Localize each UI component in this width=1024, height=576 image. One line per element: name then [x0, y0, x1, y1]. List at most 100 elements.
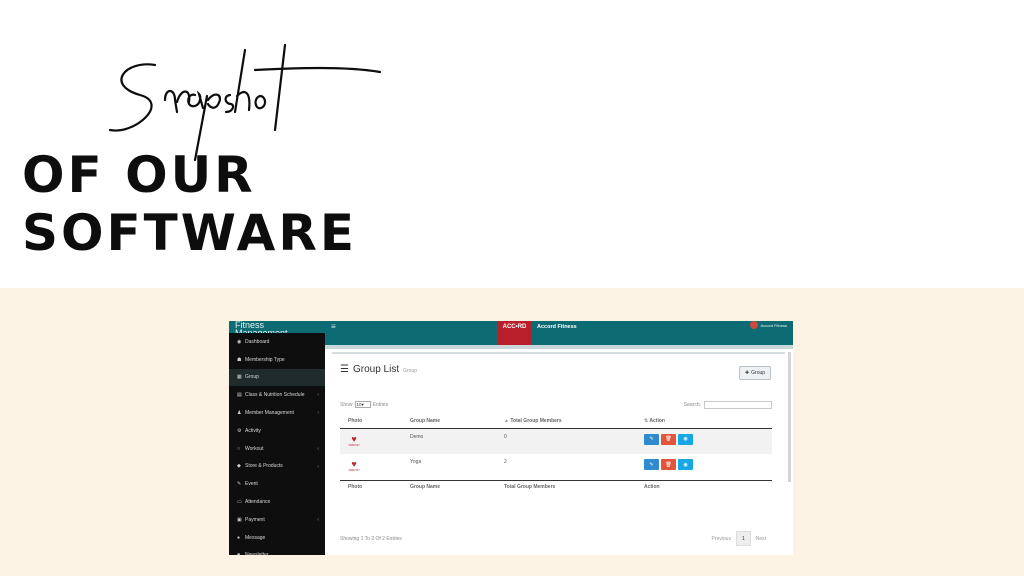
col-total-members-label: Total Group Members [510, 418, 562, 425]
sidebar-item-member-management[interactable]: ♟ Member Management ‹ [229, 404, 325, 422]
sidebar-item-label: Class & Nutrition Schedule [245, 392, 305, 399]
chevron-left-icon: ‹ [317, 463, 319, 470]
previous-button[interactable]: Previous [706, 531, 735, 546]
group-icon: ▦ [237, 374, 242, 381]
sidebar: Fitness Management ◉ Dashboard ☗ Membership… [229, 321, 325, 555]
members-cell: 0 [504, 433, 507, 440]
slide-top-section: OF OUR SOFTWARE [0, 0, 1024, 288]
group-list-panel: ☰ Group List Group ✚ Group Show 10 ▾ Entr… [332, 352, 785, 555]
sidebar-item-label: Newsletter [245, 552, 269, 555]
scrollbar[interactable] [788, 352, 791, 482]
delete-button[interactable]: 🗑︎ [661, 433, 676, 445]
brand-label: Fitness Management [229, 321, 325, 333]
edit-button[interactable]: ✎ [644, 459, 659, 470]
table-info: Showing 1 To 2 Of 2 Entries [340, 536, 402, 542]
group-photo: ♥ TRIBUNIT [348, 459, 360, 472]
view-button[interactable]: ◉ [678, 459, 693, 470]
search-label: Search: [683, 402, 701, 408]
members-cell: 2 [504, 459, 507, 465]
newsletter-icon: ■ [237, 552, 245, 555]
foot-photo: Photo [340, 479, 402, 493]
attendance-icon: ▭ [237, 499, 242, 506]
photo-caption: TRIBUNIT [348, 469, 360, 472]
foot-total-members: Total Group Members [496, 479, 636, 493]
sidebar-item-group[interactable]: ▦ Group [229, 368, 325, 387]
edit-button[interactable]: ✎ [644, 433, 659, 445]
org-name: Accord Fitness [537, 324, 577, 330]
dashboard-icon: ◉ [237, 338, 242, 345]
heading-line-1: OF OUR [22, 146, 256, 204]
activity-icon: ⚙ [237, 427, 242, 434]
delete-button[interactable]: 🗑︎ [661, 459, 676, 470]
workout-icon: ○ [237, 445, 241, 452]
view-button[interactable]: ◉ [678, 433, 693, 445]
pin-icon: ✎ [237, 481, 242, 488]
plus-icon: ✚ [744, 370, 750, 376]
sidebar-item-class-nutrition-schedule[interactable]: ▤ Class & Nutrition Schedule ‹ [229, 386, 325, 404]
sidebar-item-label: Store & Products [245, 463, 283, 470]
col-photo[interactable]: Photo [340, 415, 402, 429]
user-menu[interactable]: Accord Fitness [749, 321, 787, 329]
company-logo: ACC•RD [498, 321, 531, 345]
edit-icon: ✎ [649, 436, 654, 442]
eye-icon: ◉ [683, 461, 688, 468]
topbar: ≡ ACC•RD Accord Fitness Accord Fitness [325, 321, 793, 345]
sidebar-item-event[interactable]: ✎ Event [229, 475, 325, 493]
trash-icon: 🗑︎ [665, 436, 672, 442]
users-icon: ☗ [237, 356, 242, 363]
sidebar-item-label: Activity [245, 427, 261, 434]
table-footer-row: Photo Group Name Total Group Members Act… [340, 479, 772, 493]
entries-label: Entries [372, 401, 389, 408]
page-length-value: 10 [356, 402, 362, 407]
sidebar-item-payment[interactable]: ▣ Payment ‹ [229, 511, 325, 529]
sidebar-item-message[interactable]: ● Message [229, 529, 325, 547]
photo-caption: TRIBUNIT [348, 443, 360, 447]
sidebar-menu: ◉ Dashboard ☗ Membership Type ▦ Group ▤ Class &… [229, 333, 325, 555]
sidebar-item-newsletter[interactable]: ■Newsletter [229, 547, 325, 555]
tag-icon: ◆ [237, 463, 241, 470]
col-action[interactable]: ⇅ Action [636, 415, 772, 429]
sidebar-item-activity[interactable]: ⚙ Activity [229, 422, 325, 440]
chevron-left-icon: ‹ [317, 445, 319, 452]
action-cell: ✎ 🗑︎ ◉ [636, 428, 772, 454]
page-title: ☰ Group List Group [340, 364, 417, 375]
add-group-button[interactable]: ✚ Group [739, 366, 771, 380]
sidebar-item-workout[interactable]: ○ Workout ‹ [229, 440, 325, 458]
search-input[interactable] [704, 401, 772, 409]
page-1-button[interactable]: 1 [735, 531, 751, 546]
sidebar-item-label: Membership Type [245, 356, 285, 363]
logo-text: ACC•RD [502, 324, 527, 330]
sidebar-item-dashboard[interactable]: ◉ Dashboard [229, 333, 325, 351]
col-total-members[interactable]: ▲ Total Group Members [496, 415, 636, 429]
hamburger-icon[interactable]: ≡ [331, 322, 336, 331]
page-length-select[interactable]: 10 ▾ [354, 401, 371, 408]
user-label: Accord Fitness [760, 322, 787, 328]
chevron-left-icon: ‹ [317, 410, 319, 417]
pagination: Previous 1 Next [706, 531, 771, 546]
chevron-left-icon: ‹ [317, 516, 319, 523]
eye-icon: ◉ [683, 436, 688, 442]
foot-action: Action [636, 479, 772, 493]
sidebar-item-label: Dashboard [245, 338, 270, 345]
sidebar-item-attendance[interactable]: ▭ Attendance [229, 493, 325, 511]
next-button[interactable]: Next [751, 531, 771, 546]
user-icon: ♟ [237, 410, 242, 417]
group-name-cell: Demo [410, 433, 424, 440]
trash-icon: 🗑︎ [665, 461, 672, 468]
photo-cell: ♥ TRIBUNIT [340, 454, 402, 480]
add-group-label: Group [751, 370, 766, 376]
page-title-text: Group List [352, 364, 400, 375]
sidebar-item-membership-type[interactable]: ☗ Membership Type [229, 351, 325, 369]
sidebar-item-label: Workout [245, 445, 264, 452]
sidebar-item-store-products[interactable]: ◆ Store & Products ‹ [229, 458, 325, 476]
group-name-cell: Yoga [410, 459, 422, 465]
message-icon: ● [237, 534, 241, 541]
table-row: ♥ TRIBUNIT Yoga 2 ✎ 🗑︎ ◉ [340, 454, 772, 480]
sidebar-item-label: Member Management [245, 410, 294, 417]
avatar [749, 321, 758, 329]
table-tools: Show 10 ▾ Entries Search: [340, 400, 772, 410]
show-label: Show [340, 401, 353, 408]
payment-icon: ▣ [237, 516, 242, 523]
sidebar-item-label: Attendance [245, 499, 271, 506]
col-group-name[interactable]: Group Name [402, 415, 496, 429]
